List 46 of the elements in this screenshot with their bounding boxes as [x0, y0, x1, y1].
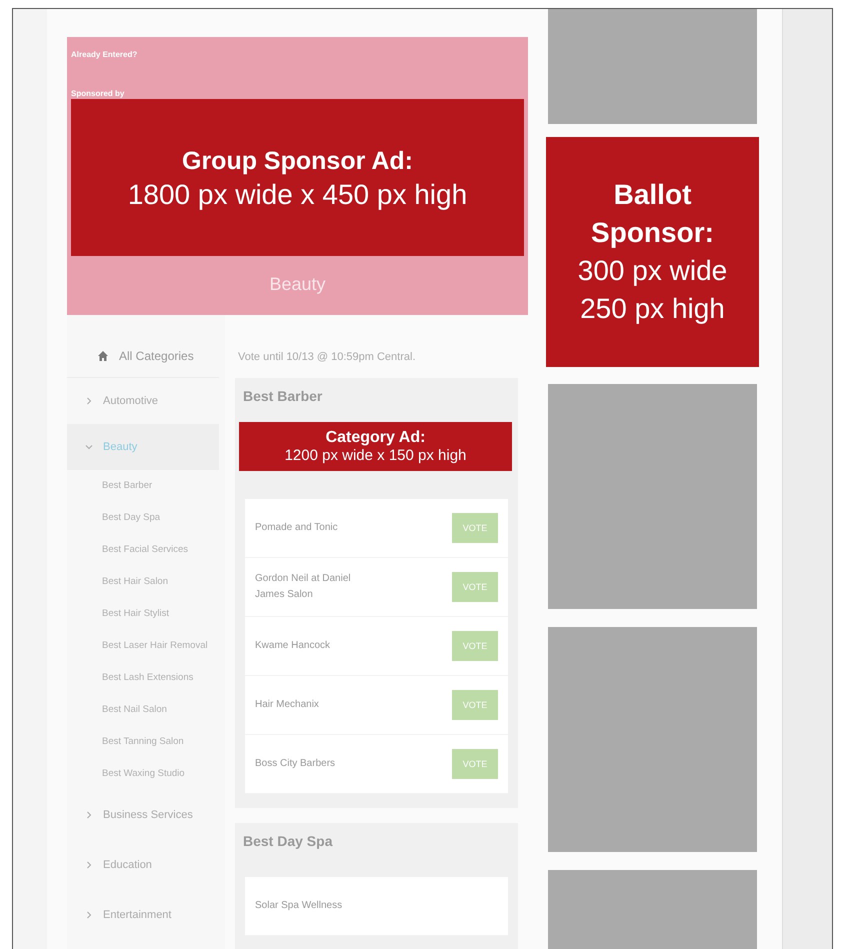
nominee-name: Kwame Hancock — [255, 639, 332, 653]
ad-title: Group Sponsor Ad: — [182, 146, 413, 176]
category-title: Beauty — [268, 274, 327, 295]
nominee-name: Boss City Barbers — [255, 757, 336, 771]
category-item[interactable]: Entertainment — [67, 890, 225, 940]
subcategory-link[interactable]: Best Tanning Salon — [67, 726, 225, 758]
category-item[interactable]: Automotive — [67, 378, 225, 424]
ad-size-text: 300 px wide — [578, 254, 728, 288]
subcategory-link[interactable]: Best Barber — [67, 470, 225, 502]
subcategory-link[interactable]: Best Facial Services — [67, 534, 225, 566]
nominee-name: Pomade and Tonic — [255, 521, 339, 535]
chevron-icon — [85, 397, 93, 405]
nominee-name: Gordon Neil at Daniel James Salon — [255, 572, 352, 602]
section-title: Best Barber — [243, 388, 324, 404]
category-item[interactable]: Education — [67, 840, 225, 890]
subcategory-link[interactable]: Best Lash Extensions — [67, 662, 225, 694]
already-entered-link[interactable]: Already Entered? — [71, 50, 524, 59]
subcategory-link[interactable]: Best Laser Hair Removal — [67, 630, 225, 662]
category-item[interactable]: Business Services — [67, 790, 225, 840]
home-icon — [97, 350, 109, 362]
nominee-name: Hair Mechanix — [255, 698, 320, 712]
chevron-icon — [85, 861, 93, 869]
subcategory-link[interactable]: Best Nail Salon — [67, 694, 225, 726]
vote-button[interactable]: VOTE — [452, 631, 498, 661]
category-item[interactable]: Beauty — [67, 424, 219, 470]
ad-size-text: 250 px high — [580, 292, 725, 326]
subcategory-link[interactable]: Best Hair Stylist — [67, 598, 225, 630]
chevron-icon — [85, 811, 93, 819]
vote-deadline-text: Vote until 10/13 @ 10:59pm Central. — [238, 351, 416, 363]
vote-button[interactable]: VOTE — [452, 513, 498, 543]
ad-title: Category Ad: — [326, 428, 426, 447]
vote-button[interactable]: VOTE — [452, 690, 498, 720]
all-categories-link[interactable]: All Categories — [67, 349, 219, 378]
vote-button[interactable]: VOTE — [452, 749, 498, 779]
ad-title: Ballot Sponsor: — [590, 178, 715, 250]
ad-size-text: 1800 px wide x 450 px high — [128, 178, 468, 212]
subcategory-link[interactable]: Best Day Spa — [67, 502, 225, 534]
vote-button[interactable]: VOTE — [452, 572, 498, 602]
nominee-name: Solar Spa Wellness — [255, 899, 344, 913]
subcategory-link[interactable]: Best Waxing Studio — [67, 758, 225, 790]
ad-size-text: 1200 px wide x 150 px high — [284, 447, 466, 465]
section-title: Best Day Spa — [243, 833, 334, 849]
subcategory-link[interactable]: Best Hair Salon — [67, 566, 225, 598]
sponsored-by-label: Sponsored by — [71, 89, 126, 98]
chevron-icon — [85, 443, 93, 451]
chevron-icon — [85, 911, 93, 919]
